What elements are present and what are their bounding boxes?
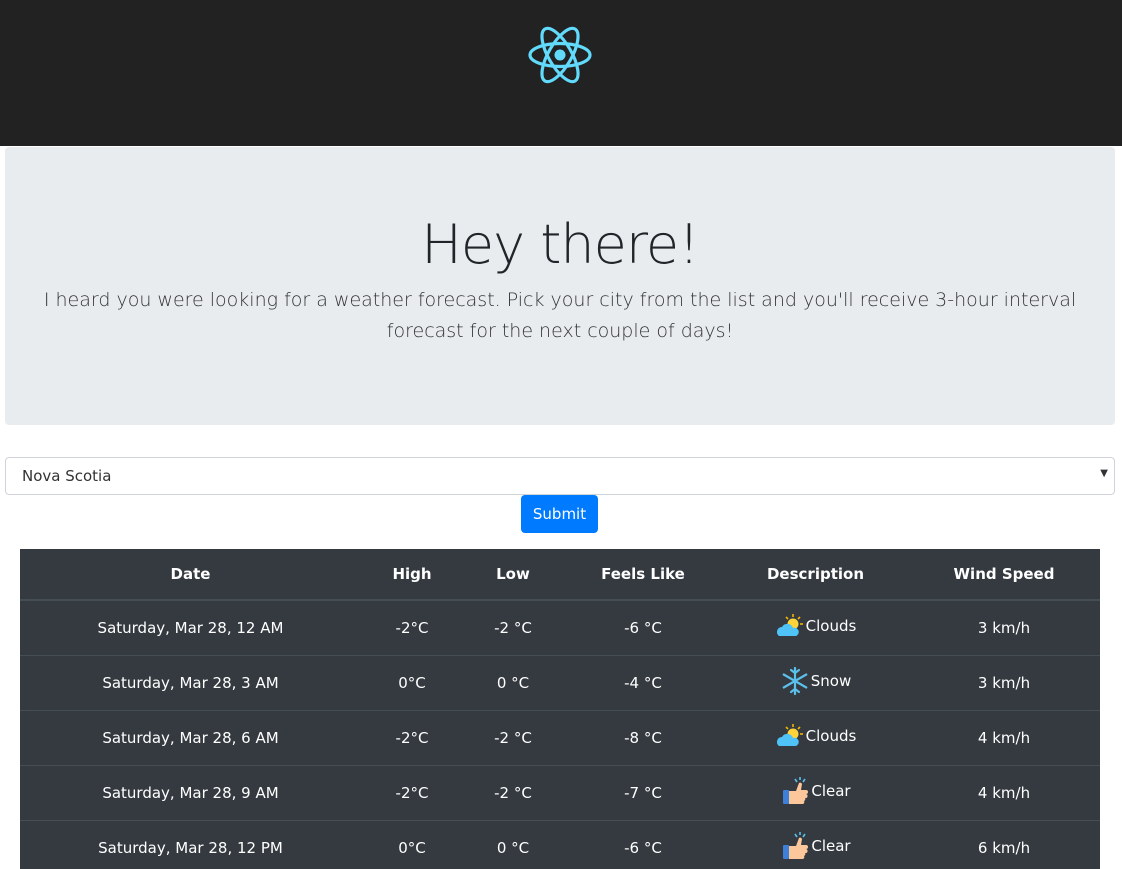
low-cell: -2 °C: [463, 711, 563, 766]
high-cell: 0°C: [361, 821, 463, 869]
wind-speed-cell: 4 km/h: [908, 711, 1100, 766]
high-cell: -2°C: [361, 711, 463, 766]
chevron-down-icon: ▼: [1100, 468, 1108, 479]
low-cell: -2 °C: [463, 600, 563, 656]
low-cell: -2 °C: [463, 766, 563, 821]
low-cell: 0 °C: [463, 656, 563, 711]
hero-subtitle: I heard you were looking for a weather f…: [35, 285, 1085, 347]
wind-speed-cell: 4 km/h: [908, 766, 1100, 821]
date-cell: Saturday, Mar 28, 12 PM: [20, 821, 361, 869]
react-atom-icon[interactable]: [527, 20, 593, 90]
feels-like-cell: -8 °C: [563, 711, 723, 766]
clear-icon: [780, 776, 810, 806]
date-cell: Saturday, Mar 28, 6 AM: [20, 711, 361, 766]
table-row: Saturday, Mar 28, 9 AM -2°C -2 °C -7 °C …: [20, 766, 1100, 821]
table-row: Saturday, Mar 28, 3 AM 0°C 0 °C -4 °C Sn…: [20, 656, 1100, 711]
snow-icon: [780, 666, 810, 696]
date-cell: Saturday, Mar 28, 3 AM: [20, 656, 361, 711]
date-cell: Saturday, Mar 28, 9 AM: [20, 766, 361, 821]
table-row: Saturday, Mar 28, 12 AM -2°C -2 °C -6 °C…: [20, 600, 1100, 656]
column-header-feels-like: Feels Like: [563, 549, 723, 600]
feels-like-cell: -6 °C: [563, 821, 723, 869]
description-label: Clouds: [806, 617, 857, 635]
hero-title: Hey there!: [5, 213, 1115, 277]
table-row: Saturday, Mar 28, 6 AM -2°C -2 °C -8 °C …: [20, 711, 1100, 766]
description-cell: Clear: [723, 766, 908, 821]
city-select[interactable]: Nova Scotia ▼: [5, 457, 1115, 495]
column-header-date: Date: [20, 549, 361, 600]
description-cell: Clear: [723, 821, 908, 869]
wind-speed-cell: 3 km/h: [908, 656, 1100, 711]
high-cell: -2°C: [361, 766, 463, 821]
submit-button[interactable]: Submit: [521, 495, 598, 533]
description-label: Clear: [811, 782, 850, 800]
description-label: Clouds: [806, 727, 857, 745]
clouds-icon: [775, 721, 805, 751]
feels-like-cell: -7 °C: [563, 766, 723, 821]
high-cell: 0°C: [361, 656, 463, 711]
column-header-high: High: [361, 549, 463, 600]
column-header-low: Low: [463, 549, 563, 600]
wind-speed-cell: 3 km/h: [908, 600, 1100, 656]
table-row: Saturday, Mar 28, 12 PM 0°C 0 °C -6 °C C…: [20, 821, 1100, 869]
description-cell: Clouds: [723, 600, 908, 656]
description-label: Snow: [811, 672, 851, 690]
high-cell: -2°C: [361, 600, 463, 656]
description-cell: Clouds: [723, 711, 908, 766]
table-header-row: Date High Low Feels Like Description Win…: [20, 549, 1100, 600]
clouds-icon: [775, 611, 805, 641]
feels-like-cell: -6 °C: [563, 600, 723, 656]
description-label: Clear: [811, 837, 850, 855]
date-cell: Saturday, Mar 28, 12 AM: [20, 600, 361, 656]
feels-like-cell: -4 °C: [563, 656, 723, 711]
hero-jumbotron: Hey there! I heard you were looking for …: [5, 147, 1115, 425]
wind-speed-cell: 6 km/h: [908, 821, 1100, 869]
low-cell: 0 °C: [463, 821, 563, 869]
forecast-table: Date High Low Feels Like Description Win…: [20, 549, 1100, 869]
top-navbar: [0, 0, 1122, 146]
description-cell: Snow: [723, 656, 908, 711]
column-header-description: Description: [723, 549, 908, 600]
column-header-wind-speed: Wind Speed: [908, 549, 1100, 600]
city-select-value: Nova Scotia: [22, 467, 111, 485]
